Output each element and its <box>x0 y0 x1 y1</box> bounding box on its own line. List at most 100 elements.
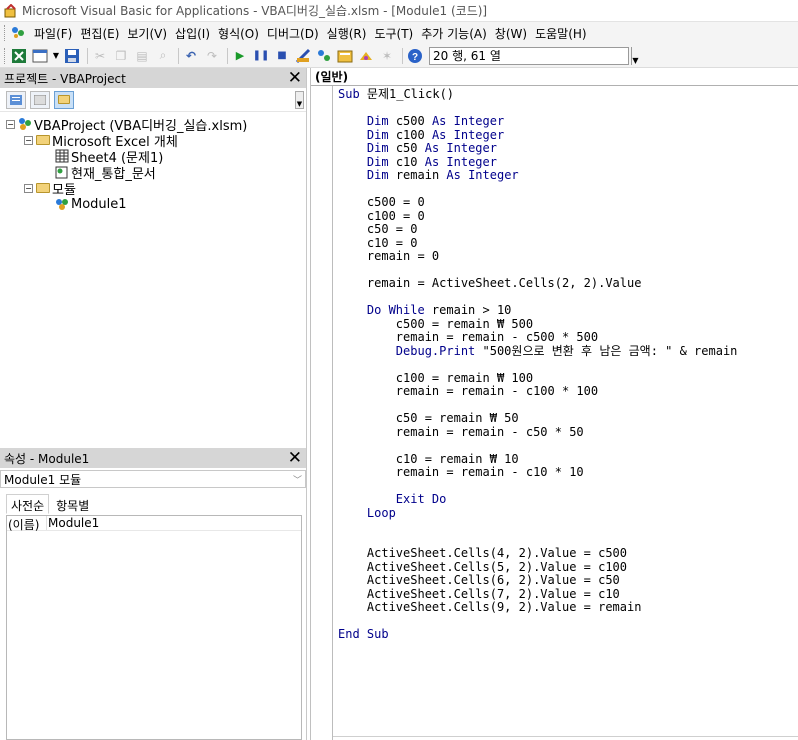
code-line[interactable] <box>338 520 798 534</box>
properties-tabs: 사전순 항목별 <box>0 488 306 514</box>
tab-categorized[interactable]: 항목별 <box>51 494 94 514</box>
excel-view-icon[interactable] <box>10 25 26 42</box>
find-icon[interactable]: ⌕ <box>154 47 172 65</box>
code-line[interactable] <box>338 615 798 629</box>
copy-icon[interactable]: ❐ <box>112 47 130 65</box>
menu-run[interactable]: 실행(R) <box>323 25 371 42</box>
toolbar-overflow-button[interactable]: ▼ <box>631 46 639 65</box>
menu-edit[interactable]: 편집(E) <box>76 25 123 42</box>
code-line[interactable]: Dim c100 As Integer <box>338 128 798 143</box>
menu-grip[interactable] <box>4 25 7 41</box>
menu-addins[interactable]: 추가 기능(A) <box>417 25 491 42</box>
code-line[interactable]: remain = remain - c10 * 10 <box>338 465 798 480</box>
property-value[interactable]: Module1 <box>47 516 99 530</box>
menu-help[interactable]: 도움말(H) <box>531 25 591 42</box>
project-toolbar-overflow[interactable]: ▼ <box>295 91 304 109</box>
code-line[interactable]: c100 = remain ₩ 100 <box>338 371 798 386</box>
reset-icon[interactable]: ■ <box>273 47 291 65</box>
tree-item-thisworkbook[interactable]: 현재_통합_문서 <box>0 164 306 182</box>
object-select-dropdown[interactable]: Module1 모듈 ﹀ <box>0 470 306 488</box>
code-line[interactable]: remain = remain - c100 * 100 <box>338 384 798 399</box>
collapse-icon[interactable]: − <box>24 135 33 145</box>
help-icon[interactable]: ? <box>406 47 424 65</box>
code-line[interactable] <box>338 264 798 278</box>
code-line[interactable] <box>338 480 798 494</box>
code-line[interactable]: Exit Do <box>338 492 798 507</box>
view-object-icon[interactable] <box>30 90 50 109</box>
code-line[interactable] <box>338 399 798 413</box>
code-line[interactable] <box>338 534 798 548</box>
code-line[interactable]: Dim c500 As Integer <box>338 114 798 129</box>
code-line[interactable]: ActiveSheet.Cells(4, 2).Value = c500 <box>338 546 798 561</box>
folder-icon <box>35 133 51 147</box>
code-line[interactable] <box>338 291 798 305</box>
horizontal-scrollbar[interactable] <box>333 736 798 740</box>
toggle-folders-icon[interactable] <box>54 90 74 109</box>
cut-icon[interactable]: ✂ <box>91 47 109 65</box>
menu-debug[interactable]: 디버그(D) <box>263 25 323 42</box>
paste-icon[interactable]: ▤ <box>133 47 151 65</box>
code-line[interactable]: remain = ActiveSheet.Cells(2, 2).Value <box>338 276 798 291</box>
code-line[interactable]: Dim c50 As Integer <box>338 141 798 156</box>
dropdown-arrow-icon[interactable]: ▼ <box>52 47 60 65</box>
code-line[interactable]: c500 = remain ₩ 500 <box>338 317 798 332</box>
menu-view[interactable]: 보기(V) <box>123 25 171 42</box>
insert-userform-icon[interactable] <box>31 47 49 65</box>
menu-format[interactable]: 형식(O) <box>214 25 263 42</box>
view-excel-icon[interactable] <box>10 47 28 65</box>
save-icon[interactable] <box>63 47 81 65</box>
code-editor-text[interactable]: Sub 문제1_Click() Dim c500 As Integer Dim … <box>338 87 798 642</box>
code-margin[interactable] <box>311 86 333 740</box>
code-line[interactable]: Loop <box>338 506 798 521</box>
code-line[interactable] <box>338 439 798 453</box>
code-line[interactable] <box>338 183 798 197</box>
undo-icon[interactable]: ↶ <box>182 47 200 65</box>
close-icon[interactable]: ✕ <box>288 70 302 87</box>
code-line[interactable]: c50 = remain ₩ 50 <box>338 411 798 426</box>
tree-item-modules[interactable]: − 모듈 <box>0 180 306 198</box>
view-code-icon[interactable] <box>6 90 26 109</box>
tree-item-module1[interactable]: Module1 <box>0 196 306 212</box>
menu-window[interactable]: 창(W) <box>491 25 531 42</box>
properties-window-icon[interactable] <box>336 47 354 65</box>
code-line[interactable]: c50 = 0 <box>338 222 798 237</box>
collapse-icon[interactable]: − <box>6 119 15 129</box>
code-line[interactable]: remain = 0 <box>338 249 798 264</box>
code-line[interactable]: Sub 문제1_Click() <box>338 87 798 102</box>
menu-file[interactable]: 파일(F) <box>30 25 76 42</box>
redo-icon[interactable]: ↷ <box>203 47 221 65</box>
toolbar-grip[interactable] <box>4 47 7 64</box>
project-explorer-icon[interactable] <box>315 47 333 65</box>
code-line[interactable]: remain = remain - c500 * 500 <box>338 330 798 345</box>
menu-insert[interactable]: 삽입(I) <box>171 25 214 42</box>
code-line[interactable]: c10 = 0 <box>338 236 798 251</box>
code-line[interactable] <box>338 102 798 116</box>
code-line[interactable]: c100 = 0 <box>338 209 798 224</box>
code-line[interactable]: ActiveSheet.Cells(6, 2).Value = c50 <box>338 573 798 588</box>
code-line[interactable] <box>338 358 798 372</box>
code-line[interactable]: Dim c10 As Integer <box>338 155 798 170</box>
close-icon[interactable]: ✕ <box>288 450 302 467</box>
code-line[interactable]: c10 = remain ₩ 10 <box>338 452 798 467</box>
collapse-icon[interactable]: − <box>24 183 33 193</box>
object-browser-icon[interactable] <box>357 47 375 65</box>
run-icon[interactable]: ▶ <box>231 47 249 65</box>
code-line[interactable]: c500 = 0 <box>338 195 798 210</box>
break-icon[interactable]: ❚❚ <box>252 47 270 65</box>
tab-alphabetic[interactable]: 사전순 <box>6 494 50 514</box>
design-mode-icon[interactable] <box>294 47 312 65</box>
code-line[interactable]: Do While remain > 10 <box>338 303 798 318</box>
chevron-down-icon[interactable]: ﹀ <box>293 473 302 486</box>
code-line[interactable]: ActiveSheet.Cells(7, 2).Value = c10 <box>338 587 798 602</box>
code-line[interactable]: Dim remain As Integer <box>338 168 798 183</box>
menu-tools[interactable]: 도구(T) <box>370 25 417 42</box>
code-line[interactable]: End Sub <box>338 627 798 642</box>
code-line[interactable]: remain = remain - c50 * 50 <box>338 425 798 440</box>
code-line[interactable]: ActiveSheet.Cells(5, 2).Value = c100 <box>338 560 798 575</box>
object-dropdown[interactable]: (일반) <box>315 68 348 85</box>
property-row[interactable]: (이름) Module1 <box>7 516 301 532</box>
code-line[interactable]: ActiveSheet.Cells(9, 2).Value = remain <box>338 600 798 615</box>
toolbox-icon[interactable]: ✶ <box>378 47 396 65</box>
code-line[interactable]: Debug.Print "500원으로 변환 후 남은 금액: " & rema… <box>338 344 798 359</box>
code-keyword: As Integer <box>424 141 497 155</box>
